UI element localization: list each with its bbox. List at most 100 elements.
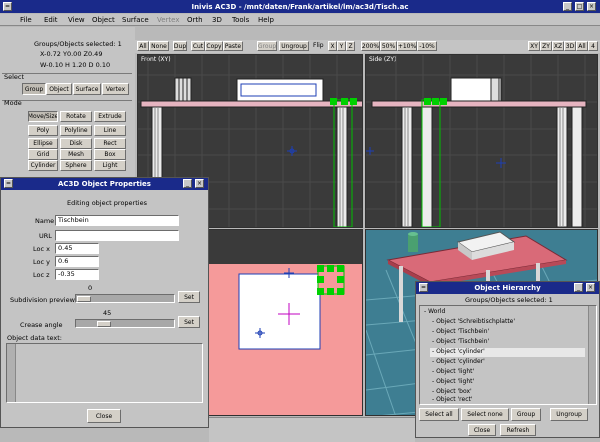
menu-object[interactable]: Object xyxy=(92,14,115,26)
hierarchy-list[interactable]: - World - Object 'Schreibtischplatte' - … xyxy=(419,305,597,405)
view-zy-button[interactable]: ZY xyxy=(540,41,552,51)
hierarchy-refresh-button[interactable]: Refresh xyxy=(500,424,536,436)
zoom-minus10-button[interactable]: -10% xyxy=(417,41,437,51)
url-field[interactable] xyxy=(55,230,179,241)
props-close-button[interactable]: Close xyxy=(87,409,121,423)
close-icon[interactable]: × xyxy=(587,2,596,11)
list-item[interactable]: - Object 'cylinder' xyxy=(432,358,485,365)
mode-extrude-button[interactable]: Extrude xyxy=(94,111,126,122)
hierarchy-titlebar[interactable]: = Object Hierarchy _ × xyxy=(416,282,599,294)
mode-ellipse-button[interactable]: Ellipse xyxy=(28,138,58,149)
copy-button[interactable]: Copy xyxy=(205,41,223,51)
window-menu-icon[interactable]: = xyxy=(3,2,12,11)
list-item[interactable]: - Object 'rect' xyxy=(432,396,473,403)
view-4-button[interactable]: 4 xyxy=(588,41,598,51)
hierarchy-minimize-icon[interactable]: _ xyxy=(574,283,583,292)
cut-button[interactable]: Cut xyxy=(191,41,205,51)
menu-orth[interactable]: Orth xyxy=(187,14,203,26)
select-group-button[interactable]: Group xyxy=(22,83,46,95)
menu-tools[interactable]: Tools xyxy=(232,14,249,26)
object-data-textarea[interactable] xyxy=(6,343,203,403)
mode-poly-button[interactable]: Poly xyxy=(28,125,58,136)
view-all-button[interactable]: All xyxy=(576,41,588,51)
mode-move-size-button[interactable]: Move/Size xyxy=(28,111,58,122)
mode-cylinder-button[interactable]: Cylinder xyxy=(28,160,58,171)
hierarchy-select-none-button[interactable]: Select none xyxy=(461,408,509,421)
hierarchy-ungroup-button[interactable]: Ungroup xyxy=(550,408,588,421)
list-item[interactable]: - Object 'Schreibtischplatte' xyxy=(432,318,515,325)
crease-set-button[interactable]: Set xyxy=(178,316,200,328)
name-field[interactable]: Tischbein xyxy=(55,215,179,226)
hierarchy-scrollbar[interactable] xyxy=(588,306,596,404)
menu-help[interactable]: Help xyxy=(258,14,274,26)
mode-line-button[interactable]: Line xyxy=(94,125,126,136)
flip-y-button[interactable]: Y xyxy=(337,41,346,51)
list-item[interactable]: - Object 'Tischbein' xyxy=(432,338,489,345)
view-xy-button[interactable]: XY xyxy=(528,41,540,51)
list-item-selected[interactable]: - Object 'cylinder' xyxy=(432,348,485,355)
menu-surface[interactable]: Surface xyxy=(122,14,149,26)
hierarchy-select-all-button[interactable]: Select all xyxy=(419,408,459,421)
select-object-button[interactable]: Object xyxy=(46,83,72,95)
locy-field[interactable]: 0.6 xyxy=(55,256,99,267)
maximize-icon[interactable]: □ xyxy=(575,2,584,11)
mode-grid-button[interactable]: Grid xyxy=(28,149,58,160)
paste-button[interactable]: Paste xyxy=(223,41,243,51)
select-none-button[interactable]: None xyxy=(149,41,169,51)
list-item[interactable]: - Object 'light' xyxy=(432,368,474,375)
hierarchy-close-icon[interactable]: × xyxy=(586,283,595,292)
menu-3d[interactable]: 3D xyxy=(212,14,222,26)
list-item[interactable]: - Object 'light' xyxy=(432,378,474,385)
hierarchy-group-button[interactable]: Group xyxy=(511,408,541,421)
mode-box-button[interactable]: Box xyxy=(94,149,126,160)
props-window-menu-icon[interactable]: = xyxy=(4,179,13,188)
flip-z-button[interactable]: Z xyxy=(346,41,355,51)
menu-file[interactable]: File xyxy=(20,14,32,26)
crease-slider-thumb[interactable] xyxy=(97,321,111,327)
menu-view[interactable]: View xyxy=(68,14,85,26)
main-titlebar[interactable]: = Inivis AC3D - /mnt/daten/Frank/artikel… xyxy=(0,0,600,13)
locy-label: Loc y xyxy=(33,258,50,266)
mode-rotate-button[interactable]: Rotate xyxy=(60,111,92,122)
duplicate-button[interactable]: Dup xyxy=(173,41,187,51)
hierarchy-close-button[interactable]: Close xyxy=(468,424,496,436)
list-item[interactable]: - Object 'box' xyxy=(432,388,472,395)
textarea-scrollbar[interactable] xyxy=(7,344,16,402)
side-viewport[interactable]: Side (ZY) xyxy=(365,54,598,228)
subdiv-set-button[interactable]: Set xyxy=(178,291,200,303)
mode-mesh-button[interactable]: Mesh xyxy=(60,149,92,160)
list-item[interactable]: - World xyxy=(424,308,445,315)
props-title: AC3D Object Properties xyxy=(58,180,151,188)
hierarchy-window-menu-icon[interactable]: = xyxy=(419,283,428,292)
locz-field[interactable]: -0.35 xyxy=(55,269,99,280)
subdiv-slider[interactable] xyxy=(75,294,175,303)
zoom-200-button[interactable]: 200% xyxy=(361,41,380,51)
props-titlebar[interactable]: = AC3D Object Properties _ × xyxy=(1,178,208,190)
props-close-icon[interactable]: × xyxy=(195,179,204,188)
list-item[interactable]: - Object 'Tischbein' xyxy=(432,328,489,335)
mode-sphere-button[interactable]: Sphere xyxy=(60,160,92,171)
group-button[interactable]: Group xyxy=(257,41,277,51)
subdiv-slider-thumb[interactable] xyxy=(77,296,91,302)
select-all-button[interactable]: All xyxy=(137,41,149,51)
select-vertex-button[interactable]: Vertex xyxy=(102,83,129,95)
menu-vertex[interactable]: Vertex xyxy=(157,14,180,26)
flip-x-button[interactable]: X xyxy=(328,41,337,51)
view-3d-button[interactable]: 3D xyxy=(564,41,576,51)
ungroup-button[interactable]: Ungroup xyxy=(279,41,309,51)
mode-polyline-button[interactable]: Polyline xyxy=(60,125,92,136)
mode-rect-button[interactable]: Rect xyxy=(94,138,126,149)
minimize-icon[interactable]: _ xyxy=(563,2,572,11)
mode-light-button[interactable]: Light xyxy=(94,160,126,171)
mode-disk-button[interactable]: Disk xyxy=(60,138,92,149)
select-group-title: Select xyxy=(4,73,25,81)
zoom-plus10-button[interactable]: +10% xyxy=(397,41,417,51)
props-minimize-icon[interactable]: _ xyxy=(183,179,192,188)
object-properties-dialog: = AC3D Object Properties _ × Editing obj… xyxy=(0,177,209,428)
view-xz-button[interactable]: XZ xyxy=(552,41,564,51)
menu-edit[interactable]: Edit xyxy=(44,14,58,26)
select-surface-button[interactable]: Surface xyxy=(73,83,101,95)
crease-slider[interactable] xyxy=(75,319,175,328)
zoom-50-button[interactable]: 50% xyxy=(380,41,397,51)
locx-field[interactable]: 0.45 xyxy=(55,243,99,254)
